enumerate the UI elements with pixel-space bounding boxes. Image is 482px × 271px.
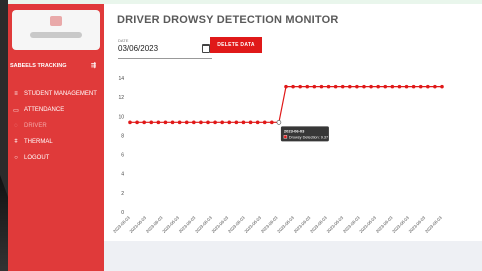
calendar-picker-icon[interactable] bbox=[202, 44, 210, 53]
data-point[interactable] bbox=[397, 84, 402, 89]
data-point[interactable] bbox=[390, 84, 395, 89]
sidebar-item-driver[interactable]: ◌ DRIVER bbox=[12, 118, 104, 134]
data-point[interactable] bbox=[411, 84, 416, 89]
sidebar-item-logout[interactable]: ○ LOGOUT bbox=[12, 150, 104, 166]
drowsy-line-chart: 02468101214 2023-06-032023-06-032023-06-… bbox=[112, 76, 444, 234]
data-point[interactable] bbox=[355, 84, 359, 89]
data-point[interactable] bbox=[305, 84, 310, 89]
data-point[interactable] bbox=[192, 120, 196, 125]
data-point[interactable] bbox=[383, 84, 388, 89]
data-point[interactable] bbox=[135, 120, 139, 125]
data-point[interactable] bbox=[426, 84, 430, 89]
logo bbox=[12, 10, 100, 50]
data-point[interactable] bbox=[348, 84, 352, 89]
sidebar-nav: ≡ STUDENT MANAGEMENT ▭ ATTENDANCE ◌ DRIV… bbox=[12, 86, 104, 166]
series-line bbox=[130, 86, 442, 123]
logo-mark bbox=[50, 16, 62, 26]
data-point[interactable] bbox=[298, 84, 302, 89]
data-point[interactable] bbox=[142, 120, 146, 125]
data-point[interactable] bbox=[149, 120, 154, 125]
tooltip-swatch bbox=[283, 135, 288, 139]
brand-label: SABEELS TRACKING bbox=[10, 62, 67, 69]
y-tick-label: 8 bbox=[121, 133, 124, 139]
sidebar-item-student-management[interactable]: ≡ STUDENT MANAGEMENT bbox=[12, 86, 104, 102]
data-point[interactable] bbox=[227, 120, 232, 125]
data-point[interactable] bbox=[262, 120, 267, 125]
thermometer-icon: ǂ bbox=[14, 139, 18, 145]
y-tick-label: 6 bbox=[121, 153, 124, 159]
data-point[interactable] bbox=[199, 120, 203, 125]
sidebar-item-thermal[interactable]: ǂ THERMAL bbox=[12, 134, 104, 150]
x-tick-label: 2023-06-03 bbox=[424, 215, 443, 234]
sidebar-item-label: THERMAL bbox=[24, 139, 53, 145]
driver-icon: ◌ bbox=[14, 123, 18, 129]
data-point[interactable] bbox=[170, 120, 175, 125]
data-point[interactable] bbox=[248, 120, 253, 125]
y-tick-label: 0 bbox=[121, 210, 124, 216]
data-point[interactable] bbox=[440, 84, 444, 89]
page-title: DRIVER DROWSY DETECTION MONITOR bbox=[117, 14, 339, 26]
data-point[interactable] bbox=[270, 120, 274, 125]
footer-area bbox=[104, 241, 482, 271]
data-point[interactable] bbox=[284, 84, 288, 89]
sidebar-item-label: DRIVER bbox=[24, 123, 47, 129]
sidebar-item-label: LOGOUT bbox=[24, 155, 50, 161]
data-point[interactable] bbox=[369, 84, 373, 89]
data-point[interactable] bbox=[206, 120, 210, 125]
tooltip-text: Drowsy Detection: 9.37 bbox=[289, 135, 328, 139]
calendar-icon: ▭ bbox=[13, 107, 19, 114]
data-point[interactable] bbox=[291, 84, 295, 89]
data-point[interactable] bbox=[433, 84, 437, 89]
y-tick-label: 12 bbox=[118, 95, 124, 101]
data-point[interactable] bbox=[333, 84, 338, 89]
y-tick-label: 4 bbox=[121, 172, 124, 178]
date-value[interactable]: 03/06/2023 bbox=[118, 44, 158, 53]
logo-text bbox=[30, 32, 82, 38]
delete-data-button[interactable]: DELETE DATA bbox=[210, 37, 262, 53]
data-point[interactable] bbox=[362, 84, 366, 89]
data-point[interactable] bbox=[312, 84, 317, 89]
data-point[interactable] bbox=[255, 120, 260, 125]
data-point[interactable] bbox=[177, 120, 182, 125]
sidebar-item-label: STUDENT MANAGEMENT bbox=[24, 91, 97, 97]
data-point[interactable] bbox=[404, 84, 409, 89]
data-point[interactable] bbox=[418, 84, 423, 89]
bus-icon[interactable]: ⇶ bbox=[91, 62, 96, 69]
list-icon: ≡ bbox=[14, 91, 18, 97]
tooltip-date: 2023-06-03 bbox=[284, 128, 305, 133]
y-tick-label: 10 bbox=[118, 114, 124, 120]
y-tick-label: 14 bbox=[118, 76, 124, 82]
logout-icon: ○ bbox=[14, 155, 18, 161]
data-point[interactable] bbox=[234, 120, 239, 125]
data-point[interactable] bbox=[163, 120, 168, 125]
data-point[interactable] bbox=[276, 120, 282, 125]
data-point[interactable] bbox=[213, 120, 217, 125]
sidebar: SABEELS TRACKING ⇶ ≡ STUDENT MANAGEMENT … bbox=[8, 4, 104, 271]
data-point[interactable] bbox=[184, 120, 189, 125]
date-label: DATE bbox=[118, 38, 129, 43]
sidebar-item-attendance[interactable]: ▭ ATTENDANCE bbox=[12, 102, 104, 118]
data-point[interactable] bbox=[220, 120, 224, 125]
data-point[interactable] bbox=[128, 120, 132, 125]
data-point[interactable] bbox=[376, 84, 380, 89]
data-point[interactable] bbox=[340, 84, 345, 89]
data-point[interactable] bbox=[241, 120, 246, 125]
data-point[interactable] bbox=[319, 84, 324, 89]
brand-row: SABEELS TRACKING ⇶ bbox=[10, 62, 96, 70]
sidebar-item-label: ATTENDANCE bbox=[24, 107, 65, 113]
data-point[interactable] bbox=[326, 84, 331, 89]
date-field[interactable]: DATE 03/06/2023 bbox=[118, 38, 212, 59]
y-tick-label: 2 bbox=[121, 191, 124, 197]
data-point[interactable] bbox=[156, 120, 161, 125]
